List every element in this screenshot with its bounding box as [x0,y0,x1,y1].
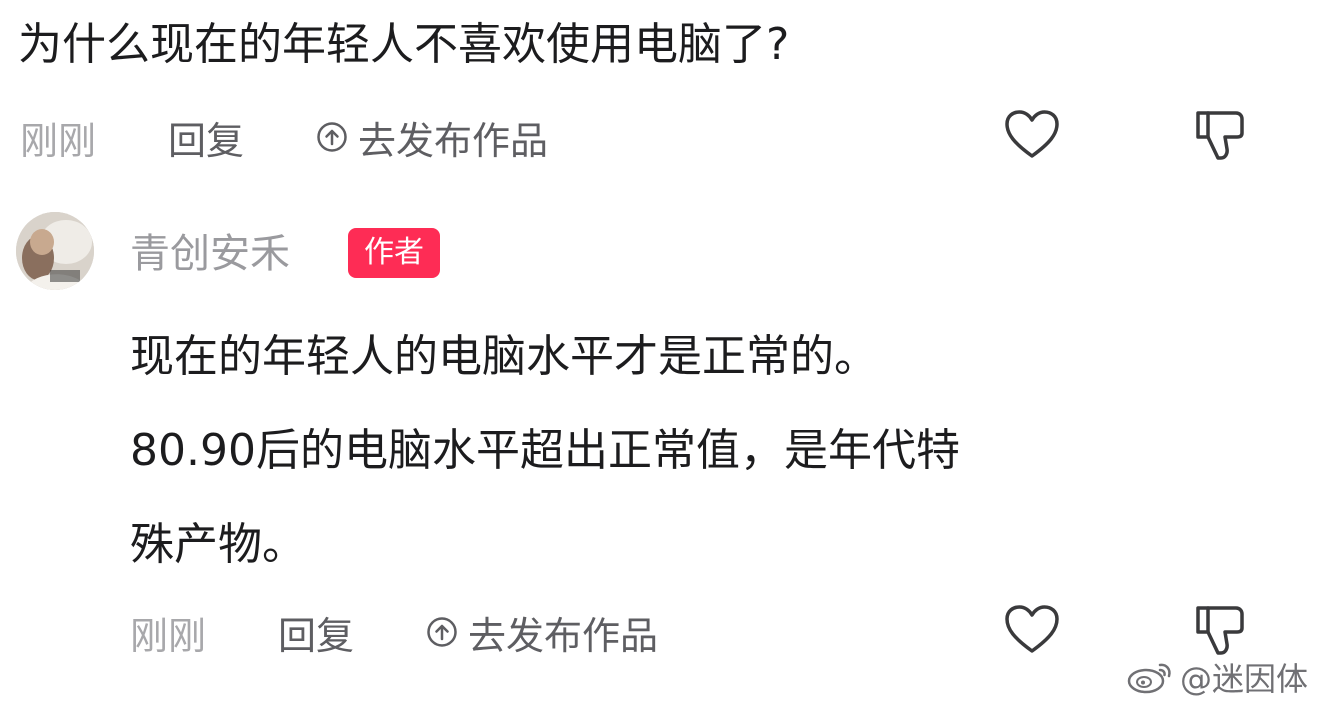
comment-timestamp: 刚刚 [20,118,97,163]
like-button[interactable] [1002,602,1062,662]
thumbs-down-icon [1192,107,1248,167]
reply-text-line: 现在的年轻人的电脑水平才是正常的。 [130,331,878,382]
publish-work-button[interactable]: 去发布作品 [426,605,658,660]
comment-text: 为什么现在的年轻人不喜欢使用电脑了? [18,19,790,70]
reply-button[interactable]: 回复 [278,605,354,660]
reply-button[interactable]: 回复 [168,110,244,165]
author-name[interactable]: 青创安禾 [130,226,290,282]
watermark-text: @迷因体 [1179,660,1308,698]
dislike-button[interactable] [1190,602,1250,662]
arrow-up-circle-icon [316,121,348,153]
watermark: @迷因体 [1126,654,1308,700]
publish-work-button[interactable]: 去发布作品 [316,110,548,165]
top-comment: 为什么现在的年轻人不喜欢使用电脑了? 刚刚 回复 去发布作品 [0,0,1320,190]
avatar[interactable] [16,212,94,290]
thumbs-down-icon [1192,602,1248,662]
author-reply: 青创安禾 作者 现在的年轻人的电脑水平才是正常的。 80.90后的电脑水平超出正… [0,200,1320,710]
heart-outline-icon [1004,109,1060,165]
reply-text-line: 80.90后的电脑水平超出正常值，是年代特 [130,425,960,476]
like-button[interactable] [1002,107,1062,167]
weibo-logo-icon [1126,659,1174,695]
comment-thread: 为什么现在的年轻人不喜欢使用电脑了? 刚刚 回复 去发布作品 青创安禾 作者 现… [0,0,1320,710]
reply-timestamp: 刚刚 [130,613,207,658]
heart-outline-icon [1004,604,1060,660]
author-badge: 作者 [348,228,440,278]
arrow-up-circle-icon [426,616,458,648]
dislike-button[interactable] [1190,107,1250,167]
publish-work-label: 去发布作品 [468,613,659,658]
reply-text: 现在的年轻人的电脑水平才是正常的。 80.90后的电脑水平超出正常值，是年代特 … [130,310,1210,592]
reply-action-row: 刚刚 回复 去发布作品 [130,602,658,662]
publish-work-label: 去发布作品 [358,118,549,163]
comment-action-row: 刚刚 回复 去发布作品 [20,107,548,167]
reply-text-line: 殊产物。 [130,519,306,570]
